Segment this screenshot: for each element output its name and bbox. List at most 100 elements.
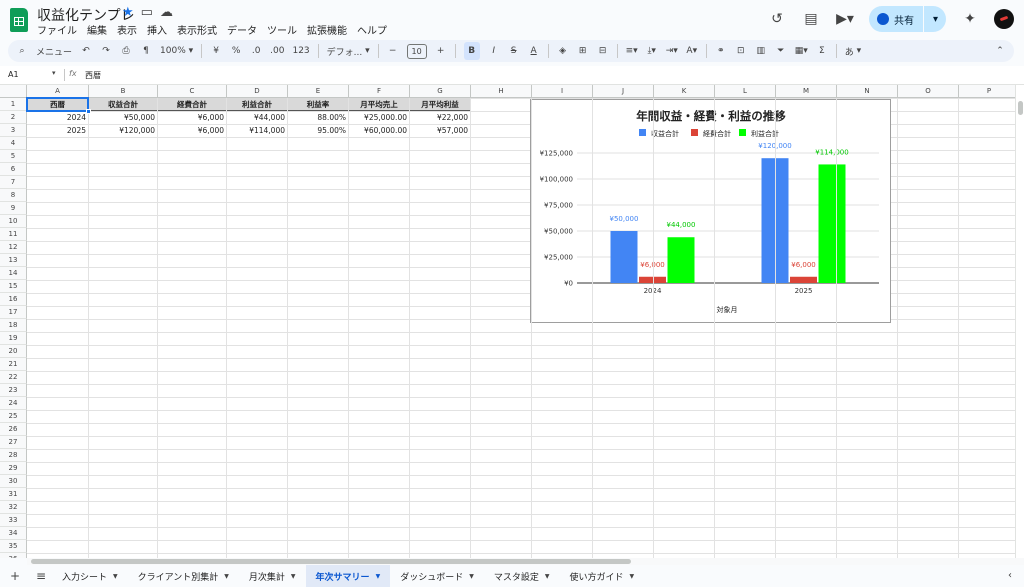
insert-comment-icon[interactable]: ⊡ — [735, 42, 747, 60]
menu-help[interactable]: ヘルプ — [357, 22, 387, 37]
menu-insert[interactable]: 挿入 — [147, 22, 167, 37]
formula-input[interactable]: 西暦 — [85, 70, 101, 81]
table-cell[interactable]: ¥6,000 — [158, 111, 226, 124]
column-header-k[interactable]: K — [654, 85, 715, 98]
row-header-6[interactable]: 6 — [0, 163, 27, 176]
column-header-i[interactable]: I — [532, 85, 593, 98]
zoom-select[interactable]: 100% ▾ — [160, 42, 193, 60]
row-header-33[interactable]: 33 — [0, 514, 27, 527]
row-header-35[interactable]: 35 — [0, 540, 27, 553]
select-all-corner[interactable] — [0, 85, 27, 98]
insert-chart-icon[interactable]: ▥ — [755, 42, 767, 60]
table-header-cell[interactable]: 経費合計 — [158, 98, 226, 111]
menu-tools[interactable]: ツール — [267, 22, 297, 37]
row-header-8[interactable]: 8 — [0, 189, 27, 202]
column-header-e[interactable]: E — [288, 85, 349, 98]
currency-format-button[interactable]: ¥ — [210, 42, 222, 60]
vertical-align-icon[interactable]: ⤓▾ — [646, 42, 658, 60]
column-header-o[interactable]: O — [898, 85, 959, 98]
sheet-tab[interactable]: ダッシュボード ▼ — [390, 565, 484, 587]
print-icon[interactable]: ⎙ — [120, 42, 132, 60]
row-header-23[interactable]: 23 — [0, 384, 27, 397]
redo-icon[interactable]: ↷ — [100, 42, 112, 60]
row-header-4[interactable]: 4 — [0, 137, 27, 150]
row-header-24[interactable]: 24 — [0, 397, 27, 410]
font-size-input[interactable]: 10 — [406, 43, 427, 59]
sheet-grid[interactable]: 年間収益・経費・利益の推移 対象月 収益合計 経費合計 利益合計 ¥0 ¥25,000 ¥… — [0, 85, 1024, 558]
table-cell[interactable]: 95.00% — [288, 124, 348, 137]
row-header-29[interactable]: 29 — [0, 462, 27, 475]
column-header-p[interactable]: P — [959, 85, 1020, 98]
row-header-21[interactable]: 21 — [0, 358, 27, 371]
row-header-13[interactable]: 13 — [0, 254, 27, 267]
table-cell[interactable]: ¥44,000 — [227, 111, 287, 124]
row-header-31[interactable]: 31 — [0, 488, 27, 501]
table-header-cell[interactable]: 収益合計 — [89, 98, 157, 111]
italic-button[interactable]: I — [488, 42, 500, 60]
sheet-tab-menu-icon[interactable]: ▼ — [224, 573, 229, 580]
meet-video-icon[interactable]: ▶▾ — [835, 9, 855, 29]
column-header-n[interactable]: N — [837, 85, 898, 98]
bold-button[interactable]: B — [463, 42, 480, 60]
font-size-increase-button[interactable]: + — [435, 42, 447, 60]
insert-link-icon[interactable]: ⚭ — [715, 42, 727, 60]
sheet-tab-menu-icon[interactable]: ▼ — [545, 573, 550, 580]
table-cell[interactable]: 2024 — [27, 111, 88, 124]
fill-handle[interactable] — [86, 109, 91, 114]
row-header-36[interactable]: 36 — [0, 553, 27, 558]
search-menus-icon[interactable]: ⌕ — [16, 42, 28, 60]
sheets-logo-icon[interactable] — [10, 8, 28, 32]
row-header-15[interactable]: 15 — [0, 280, 27, 293]
input-tools-button[interactable]: あ ▾ — [845, 42, 861, 60]
sheet-tab[interactable]: 使い方ガイド ▼ — [559, 565, 644, 587]
paint-format-icon[interactable]: ¶ — [140, 42, 152, 60]
column-header-b[interactable]: B — [89, 85, 158, 98]
table-header-cell[interactable]: 月平均売上 — [349, 98, 409, 111]
search-menus-label[interactable]: メニュー — [36, 42, 72, 60]
row-header-7[interactable]: 7 — [0, 176, 27, 189]
sheet-tab-menu-icon[interactable]: ▼ — [629, 573, 634, 580]
sheet-tab[interactable]: マスタ設定 ▼ — [484, 565, 560, 587]
merge-cells-icon[interactable]: ⊟ — [597, 42, 609, 60]
table-cell[interactable]: ¥50,000 — [89, 111, 157, 124]
column-header-f[interactable]: F — [349, 85, 410, 98]
collapse-toolbar-icon[interactable]: ⌃ — [994, 42, 1006, 60]
horizontal-scroll-thumb[interactable] — [31, 559, 631, 564]
undo-icon[interactable]: ↶ — [80, 42, 92, 60]
row-header-34[interactable]: 34 — [0, 527, 27, 540]
row-header-16[interactable]: 16 — [0, 293, 27, 306]
column-header-g[interactable]: G — [410, 85, 471, 98]
row-header-2[interactable]: 2 — [0, 111, 27, 124]
sheet-tab-menu-icon[interactable]: ▼ — [376, 573, 381, 580]
vertical-scrollbar[interactable] — [1015, 85, 1024, 558]
row-header-14[interactable]: 14 — [0, 267, 27, 280]
row-header-22[interactable]: 22 — [0, 371, 27, 384]
row-header-3[interactable]: 3 — [0, 124, 27, 137]
horizontal-scrollbar[interactable] — [27, 558, 1024, 565]
increase-decimal-button[interactable]: .00 — [270, 42, 284, 60]
filter-icon[interactable]: ⏷ — [775, 42, 787, 60]
history-icon[interactable]: ↺ — [767, 9, 787, 29]
row-header-19[interactable]: 19 — [0, 332, 27, 345]
table-cell[interactable]: ¥60,000.00 — [349, 124, 409, 137]
column-header-j[interactable]: J — [593, 85, 654, 98]
comments-icon[interactable]: ▤ — [801, 9, 821, 29]
name-box-dropdown-icon[interactable]: ▾ — [52, 69, 56, 77]
row-header-32[interactable]: 32 — [0, 501, 27, 514]
cloud-status-icon[interactable]: ☁ — [160, 5, 173, 20]
table-cell[interactable]: 88.00% — [288, 111, 348, 124]
font-size-decrease-button[interactable]: − — [387, 42, 399, 60]
sheet-tab[interactable]: クライアント別集計 ▼ — [128, 565, 239, 587]
sheet-tab-menu-icon[interactable]: ▼ — [469, 573, 474, 580]
table-cell[interactable]: ¥57,000 — [410, 124, 470, 137]
text-rotation-icon[interactable]: A▾ — [686, 42, 698, 60]
name-box[interactable]: A1 — [8, 70, 19, 79]
gemini-sparkle-icon[interactable]: ✦ — [960, 9, 980, 29]
table-header-cell[interactable]: 利益率 — [288, 98, 348, 111]
functions-icon[interactable]: Σ — [816, 42, 828, 60]
table-cell[interactable]: ¥114,000 — [227, 124, 287, 137]
strikethrough-button[interactable]: S — [508, 42, 520, 60]
row-header-25[interactable]: 25 — [0, 410, 27, 423]
row-header-26[interactable]: 26 — [0, 423, 27, 436]
percent-format-button[interactable]: % — [230, 42, 242, 60]
